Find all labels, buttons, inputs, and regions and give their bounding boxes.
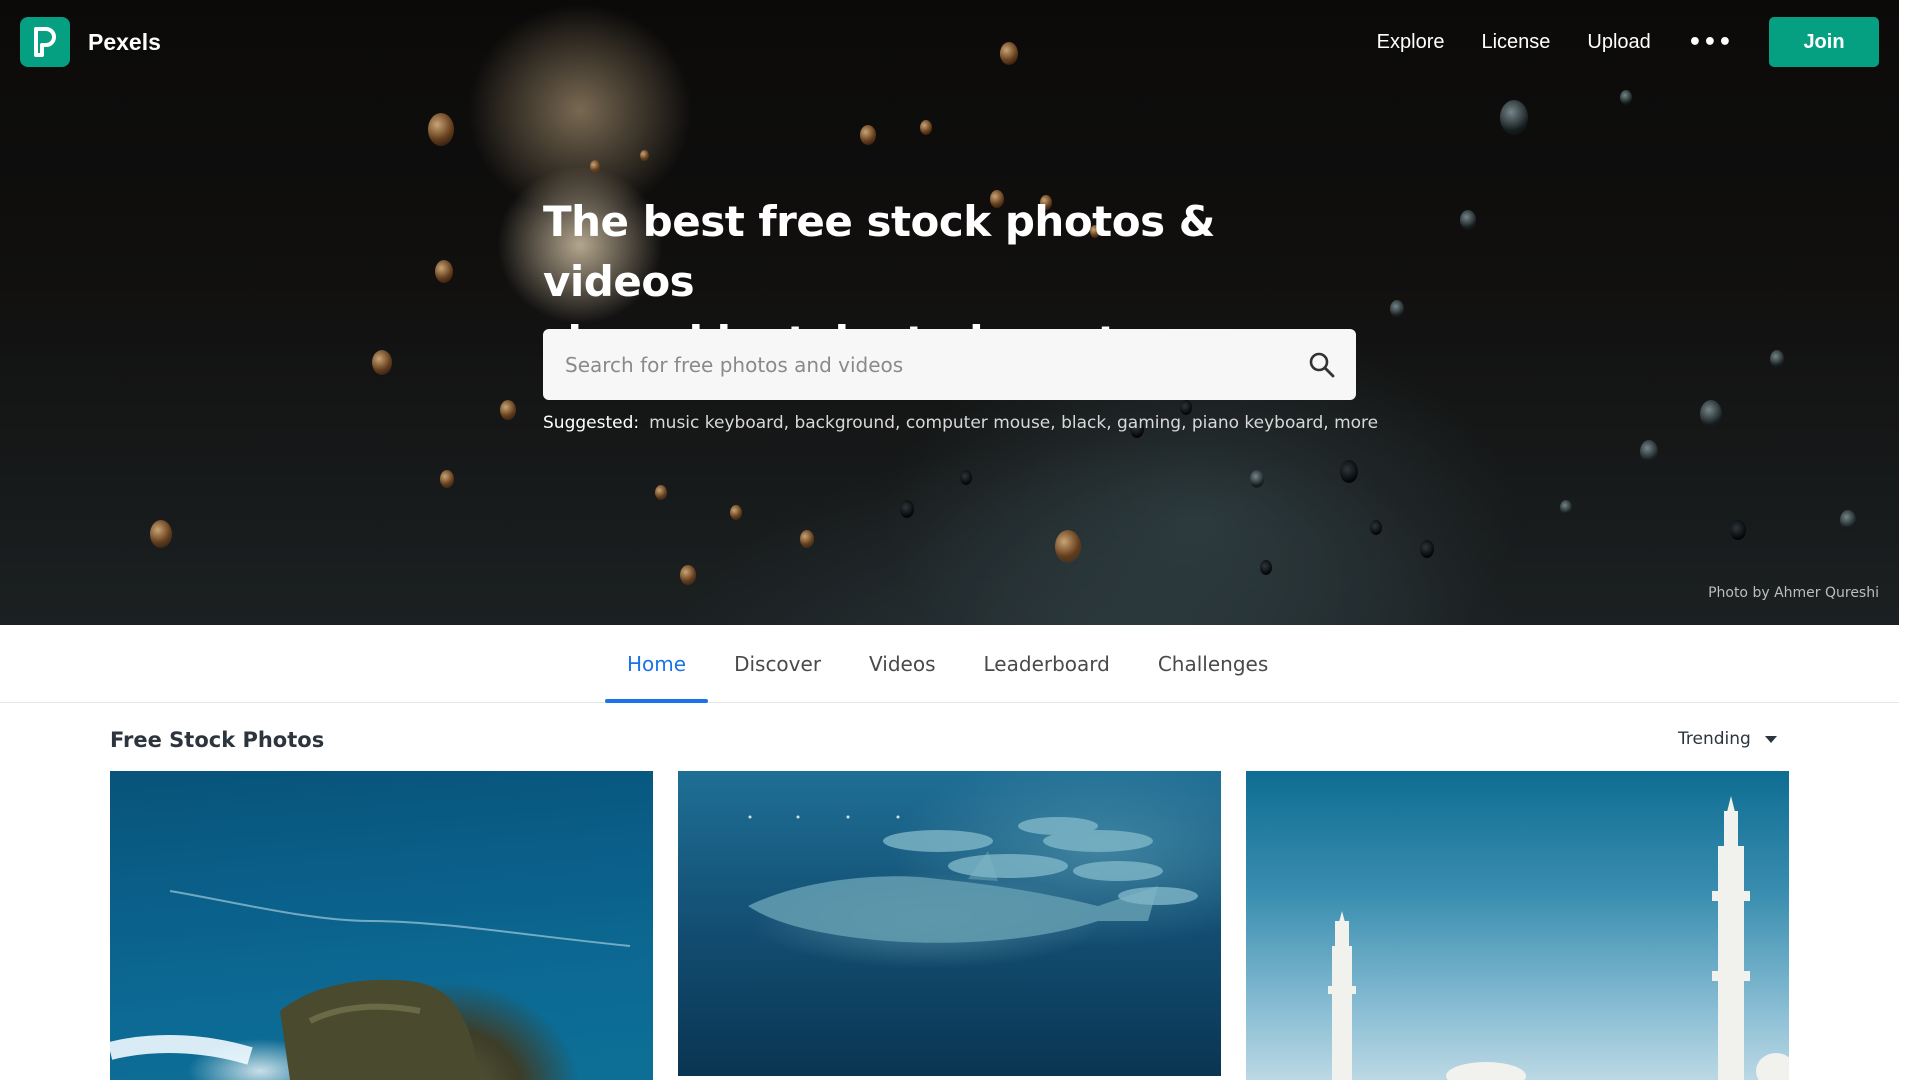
sort-dropdown[interactable]: Trending (1678, 729, 1777, 749)
hero-title-line-1: The best free stock photos & videos (543, 197, 1215, 306)
caret-down-icon (1764, 735, 1777, 743)
nav-links: Explore License Upload ••• Join (1377, 17, 1899, 67)
suggested-item[interactable]: background (794, 413, 895, 433)
tabs: Home Discover Videos Leaderboard Challen… (605, 625, 1294, 703)
photo-credit[interactable]: Photo by Ahmer Qureshi (1708, 585, 1879, 601)
brand-name: Pexels (88, 28, 161, 55)
tab-discover[interactable]: Discover (712, 625, 843, 703)
nav-license-link[interactable]: License (1481, 31, 1550, 54)
search-icon[interactable] (1308, 351, 1336, 379)
ocean-rock-image (110, 890, 631, 1080)
suggested-item[interactable]: computer mouse (906, 413, 1050, 433)
suggested-item[interactable]: music keyboard (649, 413, 784, 433)
photo-card-shark-aquarium[interactable] (678, 771, 1221, 1076)
tab-bar: Home Discover Videos Leaderboard Challen… (0, 625, 1899, 703)
nav-explore-link[interactable]: Explore (1377, 31, 1445, 54)
tab-home[interactable]: Home (605, 625, 709, 703)
section-title: Free Stock Photos (110, 728, 325, 752)
sort-value: Trending (1678, 729, 1751, 749)
photo-card-mosque-minarets[interactable] (1246, 771, 1789, 1080)
ellipsis-icon[interactable]: ••• (1688, 30, 1733, 55)
hero-banner: Pexels Explore License Upload ••• Join T… (0, 0, 1899, 625)
suggested-item[interactable]: black (1061, 413, 1106, 433)
tab-videos[interactable]: Videos (847, 625, 957, 703)
brand-logo[interactable]: Pexels (20, 17, 161, 67)
suggested-label: Suggested: (543, 413, 640, 433)
tab-leaderboard[interactable]: Leaderboard (962, 625, 1132, 703)
nav-upload-link[interactable]: Upload (1587, 31, 1650, 54)
top-navigation: Pexels Explore License Upload ••• Join (0, 0, 1899, 84)
tab-challenges[interactable]: Challenges (1136, 625, 1290, 703)
pexels-logo-icon (20, 17, 70, 67)
suggested-searches: Suggested: music keyboard, background, c… (543, 413, 1379, 433)
join-button[interactable]: Join (1769, 17, 1879, 67)
search-bar (543, 329, 1356, 400)
suggested-more-link[interactable]: more (1334, 413, 1378, 433)
search-input[interactable] (565, 329, 1265, 400)
suggested-item[interactable]: piano keyboard (1192, 413, 1323, 433)
suggested-item[interactable]: gaming (1117, 413, 1181, 433)
photo-card-ocean-rock[interactable] (110, 771, 653, 1080)
shark-aquarium-image (748, 815, 1198, 943)
mosque-minarets-image (1328, 796, 1789, 1080)
